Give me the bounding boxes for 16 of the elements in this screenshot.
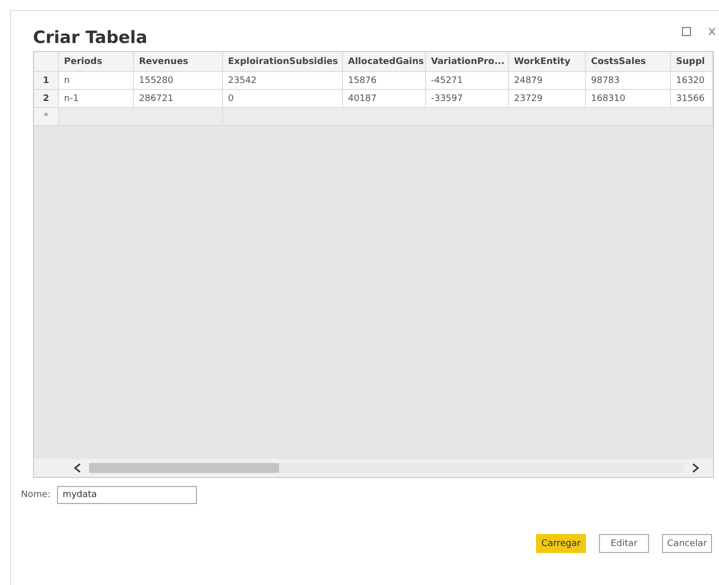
dialog-button[interactable]: Cancelar <box>662 534 712 553</box>
scroll-right-icon[interactable] <box>692 463 699 473</box>
scroll-left-icon[interactable] <box>74 463 81 473</box>
name-input-field[interactable]: mydata <box>56 486 197 504</box>
new-row-cell[interactable] <box>223 108 713 126</box>
maximize-icon[interactable] <box>682 27 691 36</box>
dialog-button[interactable]: Carregar <box>536 534 586 553</box>
name-label: Nome: <box>21 490 51 500</box>
row-number: 2 <box>34 90 59 108</box>
scrollbar-thumb[interactable] <box>89 463 279 473</box>
row-number: 1 <box>34 72 59 90</box>
new-row-marker: * <box>34 108 59 126</box>
dialog-button[interactable]: Editar <box>599 534 649 553</box>
close-icon[interactable] <box>709 27 715 36</box>
dialog-title: Criar Tabela <box>33 27 148 50</box>
new-row-cell[interactable] <box>59 108 223 126</box>
